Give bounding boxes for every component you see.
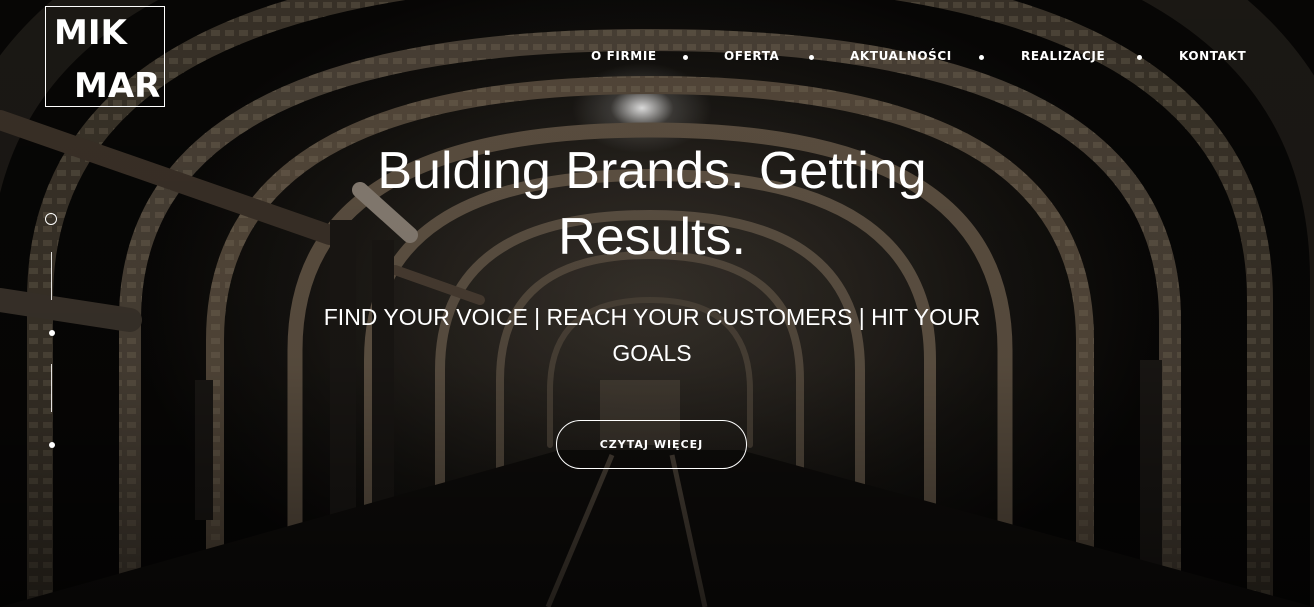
nav-separator-dot bbox=[979, 55, 984, 60]
nav-separator-dot bbox=[1137, 55, 1142, 60]
slide-indicator-line bbox=[51, 364, 52, 412]
nav-item-oferta[interactable]: OFERTA bbox=[724, 49, 779, 63]
site-logo[interactable]: MIK MAR bbox=[45, 6, 165, 107]
hero-headline: Bulding Brands. Getting Results. bbox=[377, 142, 927, 266]
nav-item-aktualnosci[interactable]: AKTUALNOŚCI bbox=[850, 49, 952, 63]
hero-subheadline: FIND YOUR VOICE | REACH YOUR CUSTOMERS |… bbox=[323, 304, 981, 366]
logo-line-1: MIK bbox=[54, 13, 127, 53]
nav-item-o-firmie[interactable]: O FIRMIE bbox=[591, 49, 657, 63]
slide-indicator-active-ring[interactable] bbox=[45, 213, 57, 225]
nav-item-realizacje[interactable]: REALIZACJE bbox=[1021, 49, 1105, 63]
nav-item-kontakt[interactable]: KONTAKT bbox=[1179, 49, 1246, 63]
slide-indicator-line bbox=[51, 252, 52, 300]
nav-separator-dot bbox=[683, 55, 688, 60]
slide-indicator-dot-3[interactable] bbox=[49, 442, 55, 448]
logo-line-2: MAR bbox=[74, 66, 161, 106]
read-more-button[interactable]: CZYTAJ WIĘCEJ bbox=[556, 420, 747, 469]
nav-separator-dot bbox=[809, 55, 814, 60]
slide-indicator-dot-2[interactable] bbox=[49, 330, 55, 336]
